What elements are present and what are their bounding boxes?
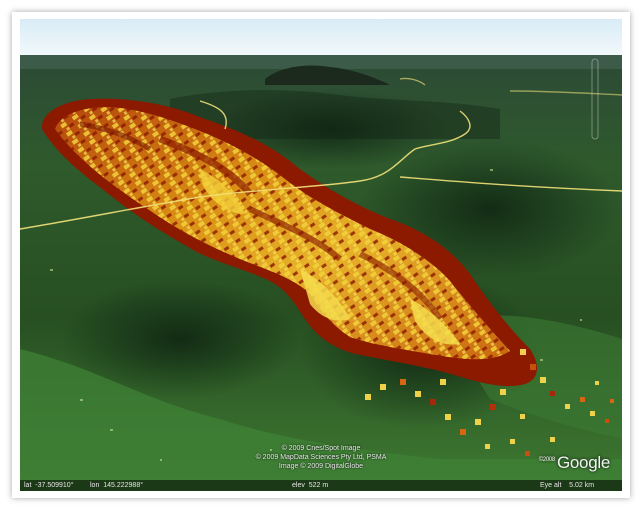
credit-line: © 2009 MapData Sciences Pty Ltd, PSMA [255,454,387,461]
earth-viewport[interactable]: © 2009 Cnes/Spot Image © 2009 MapData Sc… [20,19,622,491]
google-logo: ©2008 Google [538,453,611,473]
imagery-credits: © 2009 Cnes/Spot Image © 2009 MapData Sc… [20,444,622,471]
status-bar: lat -37.509910° lon 145.222988° elev 522… [20,480,622,491]
credit-line: © 2009 Cnes/Spot Image [281,445,361,452]
elevation-readout: elev 522 m [292,482,329,489]
logo-text: Google [556,453,610,472]
logo-copyright: ©2008 [538,457,556,464]
eye-altitude-readout: Eye alt 5.02 km [540,482,595,489]
sky [20,19,622,55]
image-frame: © 2009 Cnes/Spot Image © 2009 MapData Sc… [12,12,630,498]
latitude-readout: lat -37.509910° [24,482,74,489]
credit-line: Image © 2009 DigitalGlobe [278,463,364,470]
terrain-view [20,19,622,491]
longitude-readout: lon 145.222988° [90,482,144,489]
